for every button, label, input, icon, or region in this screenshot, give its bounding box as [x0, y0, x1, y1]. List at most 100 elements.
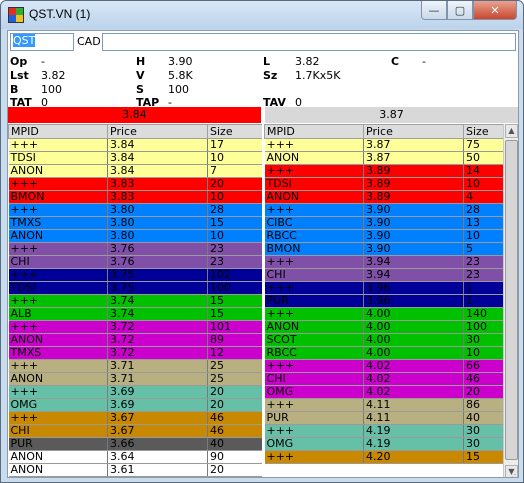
ask-mpid-cell: CHI: [264, 372, 364, 386]
bid-row[interactable]: ANON 3.84 7: [8, 164, 262, 178]
ask-size-cell: 10: [463, 229, 504, 243]
ask-row[interactable]: +++ 4.19 30: [264, 424, 504, 438]
bid-row[interactable]: ANON 3.71 25: [8, 372, 262, 386]
ask-size-cell: 30: [463, 424, 504, 438]
bid-row[interactable]: +++ 3.74 15: [8, 294, 262, 308]
bid-row[interactable]: ALB 3.74 15: [8, 307, 262, 321]
company-name-field[interactable]: [102, 33, 516, 51]
bid-size-cell: 25: [207, 359, 262, 373]
bid-row[interactable]: +++ 3.80 28: [8, 203, 262, 217]
op-value: -: [41, 55, 45, 68]
ask-row[interactable]: ANON 3.89 4: [264, 190, 504, 204]
bid-col-price[interactable]: Price: [107, 124, 208, 139]
ask-price-cell: 3.87: [363, 151, 464, 165]
bid-price-cell: 3.76: [107, 255, 208, 269]
bid-price-cell: 3.83: [107, 177, 208, 191]
bid-row[interactable]: CHI 3.67 46: [8, 424, 262, 438]
ask-row[interactable]: TDSI 3.89 10: [264, 177, 504, 191]
bid-size-cell: 12: [207, 346, 262, 360]
ask-row[interactable]: OMG 4.19 30: [264, 437, 504, 451]
ask-row[interactable]: CIBC 3.90 13: [264, 216, 504, 230]
bid-row[interactable]: +++ 3.83 20: [8, 177, 262, 191]
ask-row[interactable]: ANON 4.00 100: [264, 320, 504, 334]
bid-size-cell: 28: [207, 203, 262, 217]
bid-price-cell: 3.80: [107, 216, 208, 230]
ask-row[interactable]: +++ 3.96 1: [264, 281, 504, 295]
bid-row[interactable]: TMXS 3.80 15: [8, 216, 262, 230]
bid-size-cell: 101: [207, 320, 262, 334]
ask-row[interactable]: +++ 3.94 23: [264, 255, 504, 269]
ask-row[interactable]: RBCC 3.90 10: [264, 229, 504, 243]
ask-size-cell: 4: [463, 190, 504, 204]
bid-row[interactable]: ANON 3.72 89: [8, 333, 262, 347]
ask-row[interactable]: PUR 3.96 1: [264, 294, 504, 308]
scroll-up-icon[interactable]: ▲: [505, 124, 518, 138]
ask-size-cell: 75: [463, 138, 504, 152]
ask-row[interactable]: +++ 4.20 15: [264, 450, 504, 464]
ask-col-mpid[interactable]: MPID: [264, 124, 364, 139]
bid-col-size[interactable]: Size: [207, 124, 262, 139]
bid-mpid-cell: TDSI: [8, 281, 108, 295]
ask-col-price[interactable]: Price: [363, 124, 464, 139]
bid-row[interactable]: PUR 3.66 40: [8, 437, 262, 451]
bid-row[interactable]: +++ 3.72 101: [8, 320, 262, 334]
bid-row[interactable]: +++ 3.76 23: [8, 242, 262, 256]
ask-row[interactable]: +++ 3.90 28: [264, 203, 504, 217]
ask-row[interactable]: SCOT 4.00 30: [264, 333, 504, 347]
ask-row[interactable]: +++ 4.11 86: [264, 398, 504, 412]
ask-col-size[interactable]: Size: [463, 124, 504, 139]
ask-mpid-cell: +++: [264, 359, 364, 373]
bid-row[interactable]: +++ 3.67 46: [8, 411, 262, 425]
bid-row[interactable]: +++ 3.69 20: [8, 385, 262, 399]
bid-row[interactable]: OMG 3.69 20: [8, 398, 262, 412]
ask-row[interactable]: BMON 3.90 5: [264, 242, 504, 256]
bid-row[interactable]: +++ 3.75 102: [8, 268, 262, 282]
close-button[interactable]: ✕: [473, 1, 517, 20]
ask-row[interactable]: CHI 3.94 23: [264, 268, 504, 282]
window-title: QST.VN (1): [29, 7, 91, 21]
ask-row[interactable]: +++ 4.00 140: [264, 307, 504, 321]
bid-row[interactable]: +++ 3.71 25: [8, 359, 262, 373]
ask-mpid-cell: +++: [264, 307, 364, 321]
ask-row[interactable]: CHI 4.02 46: [264, 372, 504, 386]
ask-size-cell: 10: [463, 346, 504, 360]
bid-rows: +++ 3.84 17 TDSI 3.84 10 ANON 3.84 7 +++ 3.83 20 BMO…: [8, 138, 262, 477]
bid-row[interactable]: TDSI 3.84 10: [8, 151, 262, 165]
ask-price-cell: 4.20: [363, 450, 464, 464]
title-bar[interactable]: QST.VN (1) — ▢ ✕: [1, 1, 523, 29]
bid-size-cell: 15: [207, 216, 262, 230]
bid-size-cell: 15: [207, 294, 262, 308]
ask-row[interactable]: RBCC 4.00 10: [264, 346, 504, 360]
ask-row[interactable]: ANON 3.87 50: [264, 151, 504, 165]
currency-label: CAD: [77, 35, 101, 48]
bid-row[interactable]: CHI 3.76 23: [8, 255, 262, 269]
ask-row[interactable]: +++ 3.89 14: [264, 164, 504, 178]
bid-row[interactable]: +++ 3.84 17: [8, 138, 262, 152]
ask-size-cell: 15: [463, 450, 504, 464]
maximize-button[interactable]: ▢: [447, 1, 473, 20]
resize-grip-icon[interactable]: ⋰: [511, 470, 521, 480]
ask-mpid-cell: +++: [264, 255, 364, 269]
bid-row[interactable]: ANON 3.64 90: [8, 450, 262, 464]
bid-mpid-cell: +++: [8, 138, 108, 152]
ask-row[interactable]: +++ 3.87 75: [264, 138, 504, 152]
bid-col-mpid[interactable]: MPID: [8, 124, 108, 139]
bid-row[interactable]: TDSI 3.75 100: [8, 281, 262, 295]
ask-price-cell: 4.19: [363, 424, 464, 438]
minimize-button[interactable]: —: [421, 1, 447, 20]
ask-row[interactable]: OMG 4.02 20: [264, 385, 504, 399]
scroll-thumb[interactable]: [505, 140, 518, 460]
s-label: S: [136, 83, 144, 96]
ask-mpid-cell: PUR: [264, 294, 364, 308]
ask-book: MPID Price Size +++ 3.87 75 ANON 3.87 50 +++ 3.…: [264, 124, 518, 477]
bid-row[interactable]: ANON 3.80 10: [8, 229, 262, 243]
bid-price-cell: 3.67: [107, 424, 208, 438]
ask-row[interactable]: +++ 4.02 66: [264, 359, 504, 373]
symbol-input[interactable]: QST: [10, 33, 74, 51]
ask-scrollbar[interactable]: ▲ ▼: [503, 124, 518, 477]
bid-row[interactable]: BMON 3.83 10: [8, 190, 262, 204]
ask-row[interactable]: PUR 4.11 40: [264, 411, 504, 425]
bid-row[interactable]: ANON 3.61 20: [8, 463, 262, 477]
bid-mpid-cell: OMG: [8, 398, 108, 412]
bid-row[interactable]: TMXS 3.72 12: [8, 346, 262, 360]
